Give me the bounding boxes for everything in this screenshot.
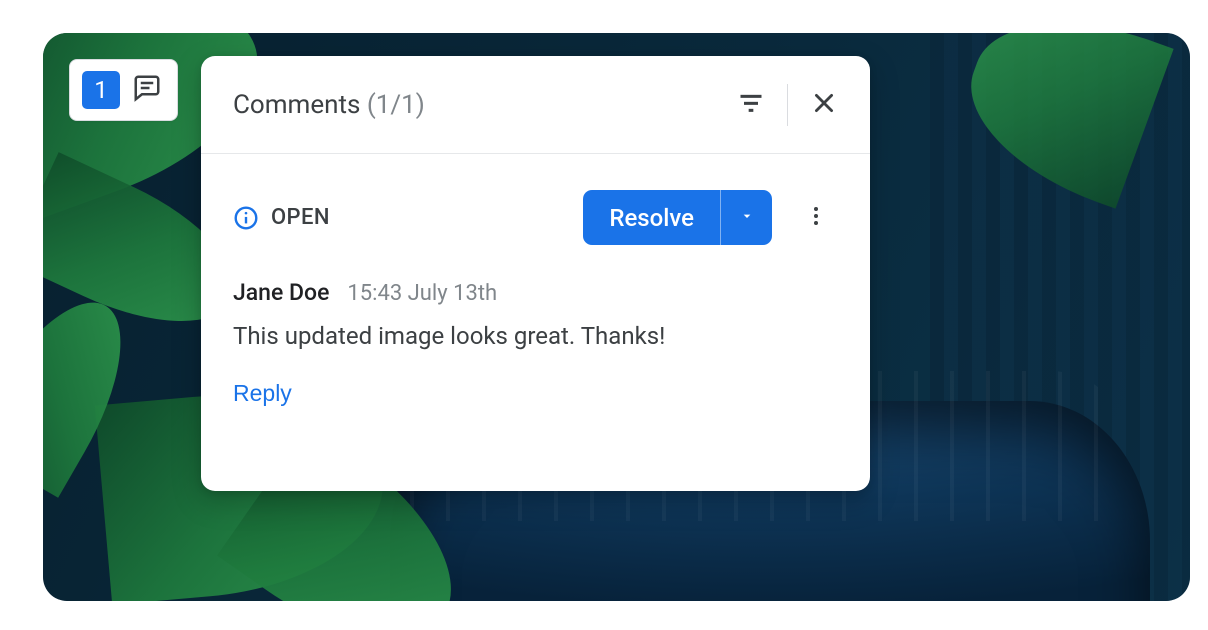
comment-count-value: 1 xyxy=(94,76,108,104)
more-vertical-icon xyxy=(804,204,828,231)
comment-timestamp: 15:43 July 13th xyxy=(347,281,497,306)
comment-icon xyxy=(132,73,162,107)
filter-icon xyxy=(737,89,765,120)
resolve-split-button[interactable]: Resolve xyxy=(583,190,772,245)
status-row: OPEN Resolve xyxy=(201,154,870,265)
comment-meta: Jane Doe 15:43 July 13th xyxy=(233,279,838,306)
resolve-dropdown-button[interactable] xyxy=(720,190,772,245)
close-icon xyxy=(811,90,837,119)
comment-count-pill[interactable]: 1 xyxy=(69,59,178,121)
caret-down-icon xyxy=(739,208,755,228)
panel-header: Comments (1/1) xyxy=(201,56,870,154)
reply-button[interactable]: Reply xyxy=(233,380,292,407)
comments-panel: Comments (1/1) xyxy=(201,56,870,491)
close-button[interactable] xyxy=(800,81,848,129)
resolve-label: Resolve xyxy=(609,204,694,232)
more-options-button[interactable] xyxy=(792,194,840,242)
panel-title: Comments (1/1) xyxy=(233,90,727,120)
panel-title-text: Comments xyxy=(233,90,360,120)
info-icon xyxy=(233,205,259,231)
comment-body: Jane Doe 15:43 July 13th This updated im… xyxy=(201,265,870,407)
comment-count-badge: 1 xyxy=(82,71,120,109)
resolve-button[interactable]: Resolve xyxy=(583,190,720,245)
filter-button[interactable] xyxy=(727,81,775,129)
comment-author: Jane Doe xyxy=(233,279,329,306)
panel-title-count: (1/1) xyxy=(367,90,425,120)
comment-message: This updated image looks great. Thanks! xyxy=(233,320,838,352)
status-label: OPEN xyxy=(271,205,330,230)
status-left: OPEN xyxy=(233,205,583,231)
header-divider xyxy=(787,84,788,126)
